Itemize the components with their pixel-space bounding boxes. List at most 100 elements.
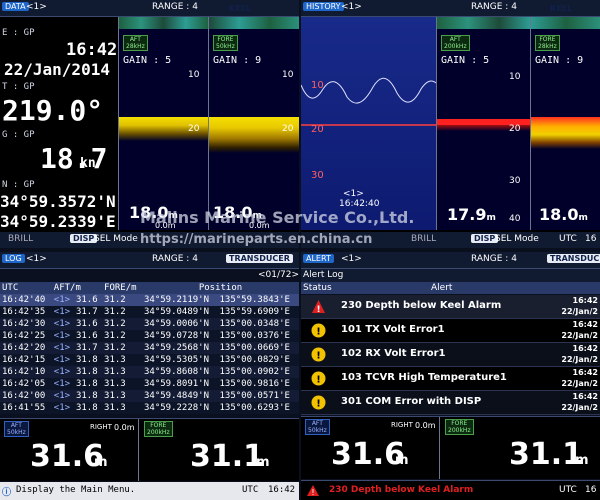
alert-list: ! 230 Depth below Keel Alarm 16:42 22/Jan/2… <box>301 295 600 415</box>
sel-mode-button[interactable]: SEL Mode <box>94 234 138 244</box>
alert-date: 22/Jan/2 <box>561 379 598 388</box>
alert-time: 16 <box>585 485 597 495</box>
alert-aft-depth: 31.6 <box>331 437 406 472</box>
history-fore-echogram[interactable]: FORE 28kHz GAIN : 9 18.0m <box>530 17 600 230</box>
table-cell: <1> <box>53 295 71 305</box>
table-cell: 34°59.2228'N <box>143 403 210 413</box>
surface-echo <box>119 17 208 29</box>
history-range: RANGE : 4 <box>471 2 517 12</box>
col-utc[interactable]: UTC <box>0 282 52 294</box>
log-aft-label: AFT <box>10 422 22 429</box>
log-fore-label: FORE <box>150 422 167 429</box>
log-fore-depth: 31.1 <box>190 439 265 474</box>
alert-timestamp: 16:42 22/Jan/2 <box>561 295 598 317</box>
alert-row[interactable]: ! 301 COM Error with DISP 16:42 22/Jan/2 <box>301 391 600 415</box>
svg-text:!: ! <box>316 399 321 410</box>
brill-button[interactable]: BRILL <box>8 234 33 244</box>
time-source: E : GP <box>2 28 35 38</box>
transducer-button[interactable]: TRANSDUCER <box>226 254 293 263</box>
log-fore-freq: 200kHz <box>147 429 170 436</box>
active-alarm-message[interactable]: 230 Depth below Keel Alarm <box>329 485 473 495</box>
table-row[interactable]: 16:42'20 <1> 31.7 31.2 34°59.2568'N 135°00.06… <box>0 342 299 354</box>
table-cell: 31.2 <box>104 307 126 317</box>
alert-row[interactable]: ! 230 Depth below Keel Alarm 16:42 22/Jan/2 <box>301 295 600 319</box>
table-cell: 135°00.9816'E <box>219 379 290 389</box>
svg-text:!: ! <box>311 488 314 496</box>
alert-row[interactable]: ! 103 TCVR High Temperature1 16:42 22/Jan/2 <box>301 367 600 391</box>
status-utc: UTC <box>242 485 259 495</box>
range-label: RANGE : 4 <box>152 2 198 12</box>
col-fore[interactable]: FORE/m <box>102 282 142 294</box>
col-position[interactable]: Position <box>142 282 299 294</box>
table-row[interactable]: 16:42'00 <1> 31.8 31.3 34°59.4849'N 135°00.05… <box>0 390 299 402</box>
log-aft-beam-tag[interactable]: AFT 50kHz <box>4 421 29 437</box>
alert-aft-beam-tag[interactable]: AFT 50kHz <box>305 419 330 435</box>
history-sel-mode-button[interactable]: SEL Mode <box>495 234 539 244</box>
alert-aft-unit: m <box>395 453 409 468</box>
alert-page[interactable]: <1> <box>341 254 362 264</box>
col-aft[interactable]: AFT/m <box>52 282 102 294</box>
table-cell: 34°59.0728'N <box>143 331 210 341</box>
table-row[interactable]: 16:42'35 <1> 31.7 31.2 34°59.0489'N 135°59.69… <box>0 306 299 318</box>
table-cell: 135°59.6909'E <box>219 307 290 317</box>
svg-text:!: ! <box>316 305 320 314</box>
table-cell: 34°59.0006'N <box>143 319 210 329</box>
status-message: Display the Main Menu. <box>16 485 136 495</box>
table-cell: 16:42'35 <box>2 307 46 317</box>
table-cell: 31.8 <box>75 355 98 365</box>
data-badge[interactable]: DATA <box>2 2 29 11</box>
table-row[interactable]: 16:42'05 <1> 31.8 31.3 34°59.8091'N 135°00.98… <box>0 378 299 390</box>
alert-row[interactable]: ! 102 RX Volt Error1 16:42 22/Jan/2 <box>301 343 600 367</box>
history-page[interactable]: <1> <box>341 2 362 12</box>
log-fore-beam-tag[interactable]: FORE 200kHz <box>144 421 173 437</box>
svg-text:!: ! <box>316 327 321 338</box>
alert-right-label: RIGHT <box>391 421 413 429</box>
alert-row[interactable]: ! 101 TX Volt Error1 16:42 22/Jan/2 <box>301 319 600 343</box>
col-status[interactable]: Status <box>303 283 332 293</box>
alert-badge[interactable]: ALERT <box>303 254 334 263</box>
col-alert[interactable]: Alert <box>431 283 452 293</box>
history-scale-10: 10 <box>311 80 324 91</box>
page-indicator[interactable]: <1> <box>26 2 47 12</box>
table-row[interactable]: 16:42'25 <1> 31.6 31.2 34°59.0728'N 135°00.03… <box>0 330 299 342</box>
alert-timestamp: 16:42 22/Jan/2 <box>561 367 598 389</box>
table-cell: 16:42'00 <box>2 391 46 401</box>
aft-gain: GAIN : 5 <box>123 55 172 66</box>
speed-unit: kn <box>80 156 96 171</box>
history-aft-depth-value: 17.9 <box>447 205 487 224</box>
history-fore-beam-tag[interactable]: FORE 28kHz <box>535 35 560 51</box>
alert-fore-beam-tag[interactable]: FORE 200kHz <box>445 419 474 435</box>
table-cell: 135°00.0902'E <box>219 367 290 377</box>
aft-freq: 28kHz <box>126 43 145 50</box>
table-cell: 31.8 <box>75 379 98 389</box>
latitude-value: 34°59.3572'N <box>0 192 116 211</box>
aft-beam-tag[interactable]: AFT 28kHz <box>123 35 148 51</box>
fore-beam-tag[interactable]: FORE 50kHz <box>213 35 238 51</box>
table-cell: 135°00.6293'E <box>219 403 290 413</box>
alert-range: RANGE : 4 <box>471 254 517 264</box>
log-panel: LOG <1> RANGE : 4 TRANSDUCER <01/72> UTC… <box>0 252 299 500</box>
table-row[interactable]: 16:41'55 <1> 31.8 31.3 34°59.2228'N 135°00.62… <box>0 402 299 414</box>
log-page[interactable]: <1> <box>26 254 47 264</box>
alert-fore-unit: m <box>575 453 589 468</box>
history-brill-button[interactable]: BRILL <box>411 234 436 244</box>
date-value: 22/Jan/2014 <box>4 60 110 79</box>
svg-text:!: ! <box>316 351 321 362</box>
table-cell: 31.3 <box>104 403 126 413</box>
table-cell: 16:42'15 <box>2 355 46 365</box>
table-row[interactable]: 16:42'30 <1> 31.6 31.2 34°59.0006'N 135°00.03… <box>0 318 299 330</box>
table-row[interactable]: 16:42'10 <1> 31.8 31.3 34°59.8608'N 135°00.09… <box>0 366 299 378</box>
alert-transducer-button[interactable]: TRANSDUCER <box>547 254 600 263</box>
table-cell: 31.6 <box>75 319 98 329</box>
log-badge[interactable]: LOG <box>2 254 25 263</box>
table-cell: 34°59.2568'N <box>143 343 210 353</box>
alert-time: 16:42 <box>572 368 598 377</box>
history-badge[interactable]: HISTORY <box>303 2 344 11</box>
table-row[interactable]: 16:42'15 <1> 31.8 31.3 34°59.5305'N 135°00.08… <box>0 354 299 366</box>
history-aft-beam-tag[interactable]: AFT 200kHz <box>441 35 470 51</box>
table-cell: 16:42'40 <box>2 295 46 305</box>
history-fore-depth-value: 18.0 <box>539 205 579 224</box>
alert-aft-freq: 50kHz <box>308 427 327 434</box>
table-cell: <1> <box>53 379 71 389</box>
table-row[interactable]: 16:42'40 <1> 31.6 31.2 34°59.2119'N 135°59.38… <box>0 294 299 306</box>
